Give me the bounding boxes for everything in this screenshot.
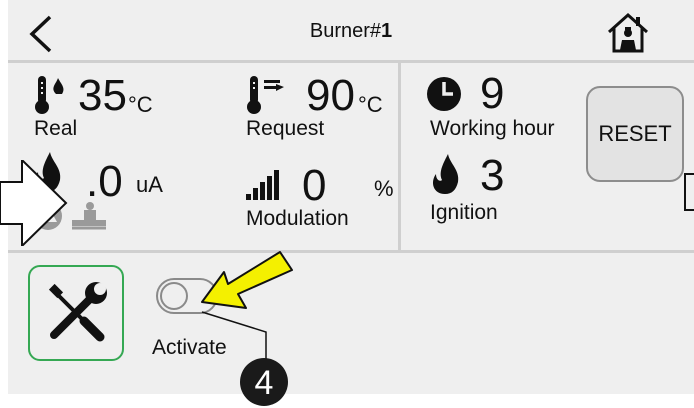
reset-label: RESET xyxy=(598,121,672,146)
working-hour-label: Working hour xyxy=(430,117,555,140)
signal-bars-icon xyxy=(246,170,279,200)
callout-arrow-yellow-icon xyxy=(201,251,293,309)
home-button[interactable] xyxy=(606,12,650,54)
real-temp-value: 35 xyxy=(78,71,127,120)
home-icon xyxy=(607,12,649,53)
real-temp-label: Real xyxy=(34,117,78,140)
modulation-value: 0 xyxy=(302,161,327,210)
callout-number-badge: 4 xyxy=(240,358,288,406)
ignition-label: Ignition xyxy=(430,201,498,224)
ignition-flame-icon xyxy=(433,154,459,194)
header-bar: Burner#1 xyxy=(8,0,694,62)
bottom-divider xyxy=(8,250,694,253)
modulation-unit: % xyxy=(374,176,394,201)
wrench-screwdriver-icon xyxy=(48,282,107,342)
page-title: Burner#1 xyxy=(8,20,694,43)
thermometer-flame-icon xyxy=(35,76,64,114)
clock-icon xyxy=(427,77,461,111)
header-divider xyxy=(8,60,694,63)
real-temp-unit: °C xyxy=(128,92,153,117)
ionization-unit: uA xyxy=(136,172,163,197)
request-temp-label: Request xyxy=(246,117,325,140)
modulation-label: Modulation xyxy=(246,207,349,230)
ignition-value: 3 xyxy=(480,151,505,200)
request-temp-value: 90 xyxy=(306,71,355,120)
edge-callout-frame xyxy=(684,173,694,211)
title-number: 1 xyxy=(381,20,393,42)
title-prefix: Burner# xyxy=(309,20,382,42)
reset-button[interactable]: RESET xyxy=(586,86,684,182)
thermometer-request-icon xyxy=(247,76,284,114)
working-hour-value: 9 xyxy=(480,69,505,118)
maintenance-tools-button[interactable] xyxy=(28,265,124,361)
callout-arrow-white-icon xyxy=(0,160,68,246)
request-temp-unit: °C xyxy=(358,92,383,117)
panel-divider xyxy=(398,62,401,250)
chimney-sweep-icon xyxy=(72,202,106,230)
toggle-knob xyxy=(160,282,188,310)
